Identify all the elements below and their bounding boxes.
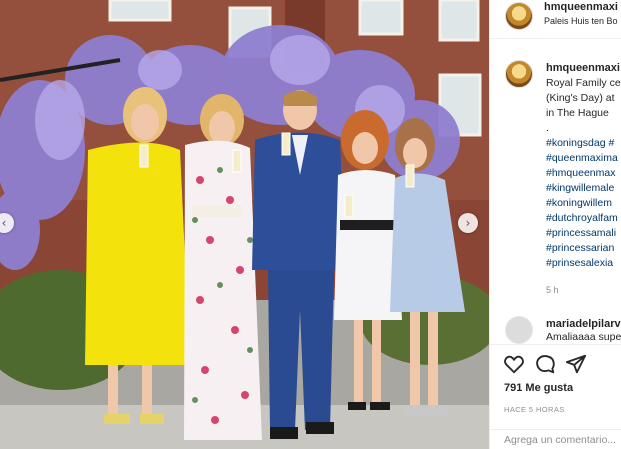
- post-side-panel: hmqueenmaxi Paleis Huis ten Bo hmqueenma…: [489, 0, 621, 449]
- post-header: hmqueenmaxi Paleis Huis ten Bo: [490, 0, 621, 39]
- author-username[interactable]: hmqueenmaxi: [544, 1, 618, 13]
- hashtag-link[interactable]: #prinsesalexia: [546, 257, 613, 269]
- caption-line: Royal Family ce: [546, 77, 621, 89]
- post-location[interactable]: Paleis Huis ten Bo: [544, 16, 618, 26]
- hashtag-link[interactable]: #princessarian: [546, 242, 614, 254]
- hashtag-link[interactable]: #hmqueenmax: [546, 167, 615, 179]
- caption-username[interactable]: hmqueenmaxi: [546, 62, 620, 74]
- add-comment-input[interactable]: [504, 434, 621, 446]
- chevron-right-icon: ›: [465, 216, 471, 230]
- commenter-username[interactable]: mariadelpilarv: [546, 318, 621, 330]
- next-photo-button[interactable]: ›: [458, 213, 478, 233]
- heart-icon[interactable]: [503, 353, 525, 375]
- hashtag-link[interactable]: #koningsdag #: [546, 137, 614, 149]
- comment-bubble-icon[interactable]: [534, 353, 556, 375]
- paper-plane-icon[interactable]: [565, 353, 587, 375]
- hashtag-link[interactable]: #koningwillem: [546, 197, 612, 209]
- caption-line: in The Hague: [546, 107, 609, 119]
- chevron-left-icon: ‹: [1, 216, 7, 230]
- post-actions: 791 Me gusta HACE 5 HORAS: [490, 344, 621, 449]
- hashtag-link[interactable]: #dutchroyalfam: [546, 212, 618, 224]
- royal-family-photo: [0, 0, 489, 449]
- hashtag-link[interactable]: #princessamali: [546, 227, 616, 239]
- add-comment-bar: [490, 429, 621, 449]
- caption-dot: .: [546, 122, 549, 134]
- post-photo[interactable]: ‹ ›: [0, 0, 489, 449]
- caption-timestamp: 5 h: [546, 285, 559, 295]
- hashtag-link[interactable]: #queenmaxima: [546, 152, 618, 164]
- caption-line: (King's Day) at: [546, 92, 615, 104]
- caption-author-avatar[interactable]: [505, 60, 533, 88]
- commenter-avatar[interactable]: [505, 316, 533, 344]
- likes-count[interactable]: 791 Me gusta: [504, 382, 573, 394]
- comment-text: Amaliaaaa supe: [546, 331, 621, 343]
- author-avatar[interactable]: [505, 2, 533, 30]
- post-time-ago: HACE 5 HORAS: [504, 405, 565, 414]
- hashtag-link[interactable]: #kingwillemale: [546, 182, 614, 194]
